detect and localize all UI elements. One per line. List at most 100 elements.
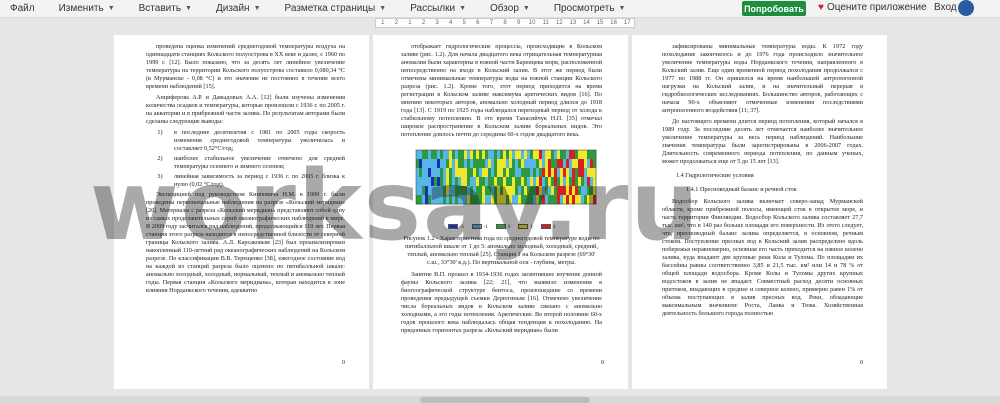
- legend-label: 1: [530, 225, 533, 230]
- heatmap-cell: [548, 150, 552, 160]
- heatmap-cell: [518, 177, 522, 187]
- heatmap-cell: [476, 195, 480, 205]
- heatmap-cell: [569, 159, 573, 169]
- paragraph: Экспедицией под руководством Книповича Н…: [146, 191, 345, 294]
- menu-review[interactable]: Обзор ▼: [490, 3, 530, 14]
- heatmap-cell: [476, 177, 480, 187]
- heatmap-cell: [566, 195, 570, 205]
- heatmap-cell: [431, 195, 435, 205]
- heatmap-cell: [500, 168, 504, 178]
- menu-edit[interactable]: Изменить ▼: [59, 3, 115, 14]
- list-text: линейная зависимость за период с 1936 г.…: [174, 173, 345, 188]
- heatmap-cell: [515, 150, 519, 160]
- ruler-tick: 7: [489, 20, 494, 26]
- document-page-3[interactable]: зафиксированы минимальные температуры во…: [632, 35, 887, 389]
- try-button[interactable]: Попробовать: [742, 1, 806, 16]
- heatmap-cell: [548, 168, 552, 178]
- heatmap-cell: [473, 186, 477, 196]
- ruler-tick: 10: [528, 20, 536, 26]
- heatmap-cell: [515, 159, 519, 169]
- heatmap-cell: [467, 168, 471, 178]
- heatmap-cell: [446, 177, 450, 187]
- heatmap-cell: [533, 159, 537, 169]
- heatmap-cell: [455, 159, 459, 169]
- heatmap-cell: [461, 159, 465, 169]
- heatmap-cell: [575, 150, 579, 160]
- heatmap-cell: [548, 159, 552, 169]
- subsection-heading: 1.4.1 Пресноводный баланс и речной сток: [686, 186, 797, 193]
- heatmap-cell: [443, 159, 447, 169]
- ruler-tick: 1: [381, 20, 385, 26]
- heatmap-cell: [482, 195, 486, 205]
- heatmap-cell: [443, 195, 447, 205]
- chevron-down-icon: ▼: [253, 5, 261, 12]
- heatmap-cell: [512, 195, 516, 205]
- list-number: 3): [157, 173, 163, 180]
- heatmap-cell: [527, 177, 531, 187]
- heatmap-cell: [422, 195, 426, 205]
- heatmap-cell: [557, 168, 561, 178]
- document-page-1[interactable]: проведена оценка изменений среднегодовой…: [114, 35, 369, 389]
- heatmap-cell: [554, 195, 558, 205]
- heatmap-cell: [449, 177, 453, 187]
- legend-label: 4: [552, 225, 556, 230]
- heatmap-cell: [515, 168, 519, 178]
- heatmap-cell: [494, 177, 498, 187]
- list-text: наиболее стабильное увеличение отмечено …: [174, 155, 345, 170]
- rate-app-button[interactable]: ♥ Оцените приложение: [818, 2, 927, 13]
- heatmap-cell: [494, 159, 498, 169]
- heatmap-cell: [422, 186, 426, 196]
- heatmap-cell: [461, 195, 465, 205]
- heatmap-cell: [575, 195, 579, 205]
- heatmap-cell: [443, 177, 447, 187]
- rate-app-label: Оцените приложение: [826, 2, 927, 13]
- heatmap-cell: [473, 150, 477, 160]
- horizontal-ruler[interactable]: 1 2 1 2 3 4 5 6 7 8 9 10 11 12 13 14 15 16 17: [375, 18, 635, 28]
- heatmap-cell: [506, 195, 510, 205]
- heatmap-cell: [449, 150, 453, 160]
- ruler-tick: 3: [435, 20, 439, 26]
- heatmap-cell: [578, 150, 582, 160]
- heatmap-cell: [425, 168, 429, 178]
- heatmap-cell: [521, 159, 525, 169]
- heatmap-cell: [575, 177, 579, 187]
- menu-view[interactable]: Просмотреть ▼: [554, 3, 626, 14]
- list-text: в последние десятилетия с 1981 по 2005 г…: [174, 129, 345, 152]
- ruler-tick: 2: [421, 20, 426, 26]
- heatmap-cell: [539, 159, 543, 169]
- horizontal-scrollbar[interactable]: [0, 396, 1000, 404]
- avatar[interactable]: [958, 0, 974, 16]
- menu-layout[interactable]: Разметка страницы ▼: [285, 3, 387, 14]
- page-number: 0: [601, 360, 604, 366]
- legend-item: -4: [447, 224, 464, 232]
- heatmap-cell: [548, 177, 552, 187]
- heatmap-cell: [476, 186, 480, 196]
- heatmap-cell: [560, 186, 564, 196]
- heatmap-cell: [443, 150, 447, 160]
- heatmap-cell: [554, 186, 558, 196]
- heatmap-cell: [581, 159, 585, 169]
- legend-swatch: [495, 224, 506, 230]
- menu-layout-label: Разметка страницы: [284, 3, 376, 14]
- heatmap-cell: [533, 150, 537, 160]
- scrollbar-thumb[interactable]: [420, 397, 590, 403]
- list-item: 1) в последние десятилетия с 1981 по 2005…: [146, 129, 345, 153]
- heatmap-cell: [491, 168, 495, 178]
- menu-mailings[interactable]: Рассылки ▼: [410, 3, 466, 14]
- heatmap-cell: [518, 150, 522, 160]
- heatmap-cell: [416, 195, 420, 205]
- heatmap-cell: [437, 168, 441, 178]
- menu-insert[interactable]: Вставить ▼: [139, 3, 192, 14]
- ruler-tick: 5: [462, 20, 466, 26]
- heatmap-cell: [527, 168, 531, 178]
- document-page-2[interactable]: отображает гидрологические процессы, про…: [373, 35, 628, 389]
- menu-design[interactable]: Дизайн ▼: [216, 3, 261, 14]
- heatmap-cell: [536, 186, 540, 196]
- heatmap-cell: [560, 150, 564, 160]
- heatmap-cell: [494, 195, 498, 205]
- heatmap-cell: [560, 177, 564, 187]
- heatmap-cell: [416, 150, 420, 160]
- menu-file[interactable]: Файл: [10, 3, 35, 14]
- heatmap-cell: [584, 159, 588, 169]
- heatmap-cell: [434, 159, 438, 169]
